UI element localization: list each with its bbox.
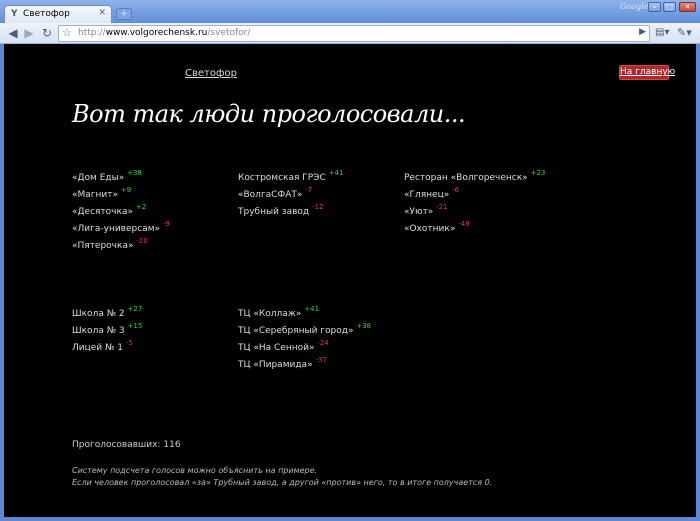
- vote-item-name: ТЦ «На Сенной»: [238, 343, 315, 353]
- vote-score: +41: [328, 169, 344, 177]
- vote-score: +23: [530, 169, 546, 177]
- vote-score: -37: [315, 356, 327, 364]
- vote-item-name: «Десяточка»: [72, 207, 133, 217]
- url-path: /svetofor/: [207, 28, 251, 38]
- explanation-note: Систему подсчета голосов можно объяснить…: [72, 465, 492, 489]
- vote-score: +2: [135, 203, 147, 211]
- vote-item-name: ТЦ «Пирамида»: [238, 360, 313, 370]
- vote-item: Школа № 2 +27: [72, 305, 143, 323]
- vote-score: -20: [136, 237, 148, 245]
- url-host: www.volgorechensk.ru: [105, 28, 208, 38]
- results-column: ТЦ «Коллаж» +41 ТЦ «Серебряный город» +38…: [238, 305, 372, 374]
- vote-item-name: Школа № 3: [72, 326, 125, 336]
- vote-score: -12: [312, 203, 324, 211]
- minimize-button[interactable]: –: [648, 2, 661, 12]
- tab-title: Светофор: [23, 9, 70, 19]
- vote-item-name: Лицей № 1: [72, 343, 123, 353]
- page-content: Светофор На главную Вот так люди проголо…: [4, 44, 696, 517]
- reload-icon[interactable]: ↻: [40, 26, 54, 40]
- voters-count: Проголосовавших: 116: [72, 440, 181, 450]
- site-name-link[interactable]: Светофор: [185, 68, 237, 79]
- vote-item: «Дом Еды» +38: [72, 169, 170, 187]
- url-text: http://www.volgorechensk.ru/svetofor/: [78, 28, 250, 38]
- site-favicon-icon: Y: [11, 9, 18, 19]
- results-column: Ресторан «Волгореченск» +23 «Глянец» -6 «У…: [404, 169, 546, 238]
- vote-score: +9: [120, 186, 132, 194]
- vote-score: -49: [458, 220, 470, 228]
- title-bar: Y Светофор ✕ + Google – □ ✕: [0, 0, 700, 23]
- vote-score: +38: [127, 169, 142, 177]
- vote-item-name: Трубный завод: [238, 207, 310, 217]
- browser-brand: Google: [620, 2, 649, 11]
- vote-item-name: «Пятерочка»: [72, 241, 134, 251]
- vote-score: -24: [317, 339, 329, 347]
- vote-item: Лицей № 1 -5: [72, 339, 142, 357]
- vote-score: +41: [304, 305, 320, 313]
- vote-item: Ресторан «Волгореченск» +23: [404, 169, 546, 187]
- vote-item-name: «ВолгаСФАТ»: [238, 190, 303, 200]
- bookmark-star-icon[interactable]: ☆: [62, 26, 72, 39]
- vote-item: ТЦ «Серебряный город» +38: [238, 322, 372, 340]
- vote-item: ТЦ «Пирамида» -37: [238, 356, 371, 374]
- forward-arrow-icon[interactable]: ▶: [22, 26, 36, 40]
- vote-item: «Магнит» +9: [72, 186, 170, 204]
- tab-close-icon[interactable]: ✕: [98, 8, 106, 18]
- vote-item: Костромская ГРЭС +41: [238, 169, 344, 187]
- maximize-button[interactable]: □: [663, 2, 676, 12]
- vote-score: -9: [162, 220, 170, 228]
- home-button[interactable]: На главную: [619, 65, 675, 80]
- vote-item: ТЦ «Коллаж» +41: [238, 305, 371, 323]
- vote-score: -21: [436, 203, 448, 211]
- vote-item-name: Школа № 2: [72, 309, 125, 319]
- vote-item-name: «Магнит»: [72, 190, 118, 200]
- back-arrow-icon[interactable]: ◀: [6, 26, 20, 40]
- vote-item: Трубный завод -12: [238, 203, 343, 221]
- vote-item-name: «Охотник»: [404, 224, 456, 234]
- new-tab-button[interactable]: +: [116, 8, 132, 20]
- url-scheme: http://: [78, 28, 106, 38]
- vote-item-name: «Уют»: [404, 207, 434, 217]
- results-column: Костромская ГРЭС +41 «ВолгаСФАТ» -7 Трубны…: [238, 169, 344, 221]
- vote-item-name: ТЦ «Серебряный город»: [238, 326, 354, 336]
- vote-item-name: «Дом Еды»: [72, 173, 125, 183]
- vote-score: +27: [127, 305, 143, 313]
- vote-item: «Лига-универсам» -9: [72, 220, 170, 238]
- vote-score: -7: [305, 186, 313, 194]
- vote-score: -5: [125, 339, 133, 347]
- vote-item-name: Костромская ГРЭС: [238, 173, 326, 183]
- vote-item: «Пятерочка» -20: [72, 237, 170, 255]
- vote-item: «Глянец» -6: [404, 186, 545, 204]
- results-column: Школа № 2 +27 Школа № 3 +15 Лицей № 1 -5: [72, 305, 143, 357]
- window-bottom-border: [0, 517, 700, 521]
- browser-toolbar: ◀ ▶ ↻ ☆ http://www.volgorechensk.ru/svet…: [0, 23, 700, 44]
- vote-item-name: «Глянец»: [404, 190, 450, 200]
- wrench-menu-icon[interactable]: ✎▾: [677, 26, 692, 40]
- vote-score: +38: [356, 322, 372, 330]
- go-arrow-icon[interactable]: ▶: [639, 27, 646, 37]
- vote-score: -6: [452, 186, 460, 194]
- page-menu-icon[interactable]: ▤▾: [655, 26, 669, 40]
- vote-item: «ВолгаСФАТ» -7: [238, 186, 343, 204]
- results-column: «Дом Еды» +38 «Магнит» +9 «Десяточка» +2 «Л…: [72, 169, 170, 255]
- vote-item-name: «Лига-универсам»: [72, 224, 160, 234]
- vote-item: Школа № 3 +15: [72, 322, 143, 340]
- vote-item: ТЦ «На Сенной» -24: [238, 339, 371, 357]
- browser-tab[interactable]: Y Светофор ✕: [4, 5, 112, 23]
- note-line-2: Если человек проголосовал «за» Трубный з…: [72, 478, 493, 487]
- close-window-button[interactable]: ✕: [679, 2, 696, 12]
- vote-item: «Охотник» -49: [404, 220, 545, 238]
- vote-item-name: Ресторан «Волгореченск»: [404, 173, 528, 183]
- page-headline: Вот так люди проголосовали...: [72, 100, 466, 128]
- note-line-1: Систему подсчета голосов можно объяснить…: [72, 466, 318, 475]
- browser-window: Y Светофор ✕ + Google – □ ✕ ◀ ▶ ↻ ☆ http…: [0, 0, 700, 521]
- vote-score: +15: [127, 322, 143, 330]
- vote-item: «Десяточка» +2: [72, 203, 170, 221]
- vote-item: «Уют» -21: [404, 203, 545, 221]
- address-bar[interactable]: ☆ http://www.volgorechensk.ru/svetofor/ …: [58, 25, 650, 42]
- vote-item-name: ТЦ «Коллаж»: [238, 309, 302, 319]
